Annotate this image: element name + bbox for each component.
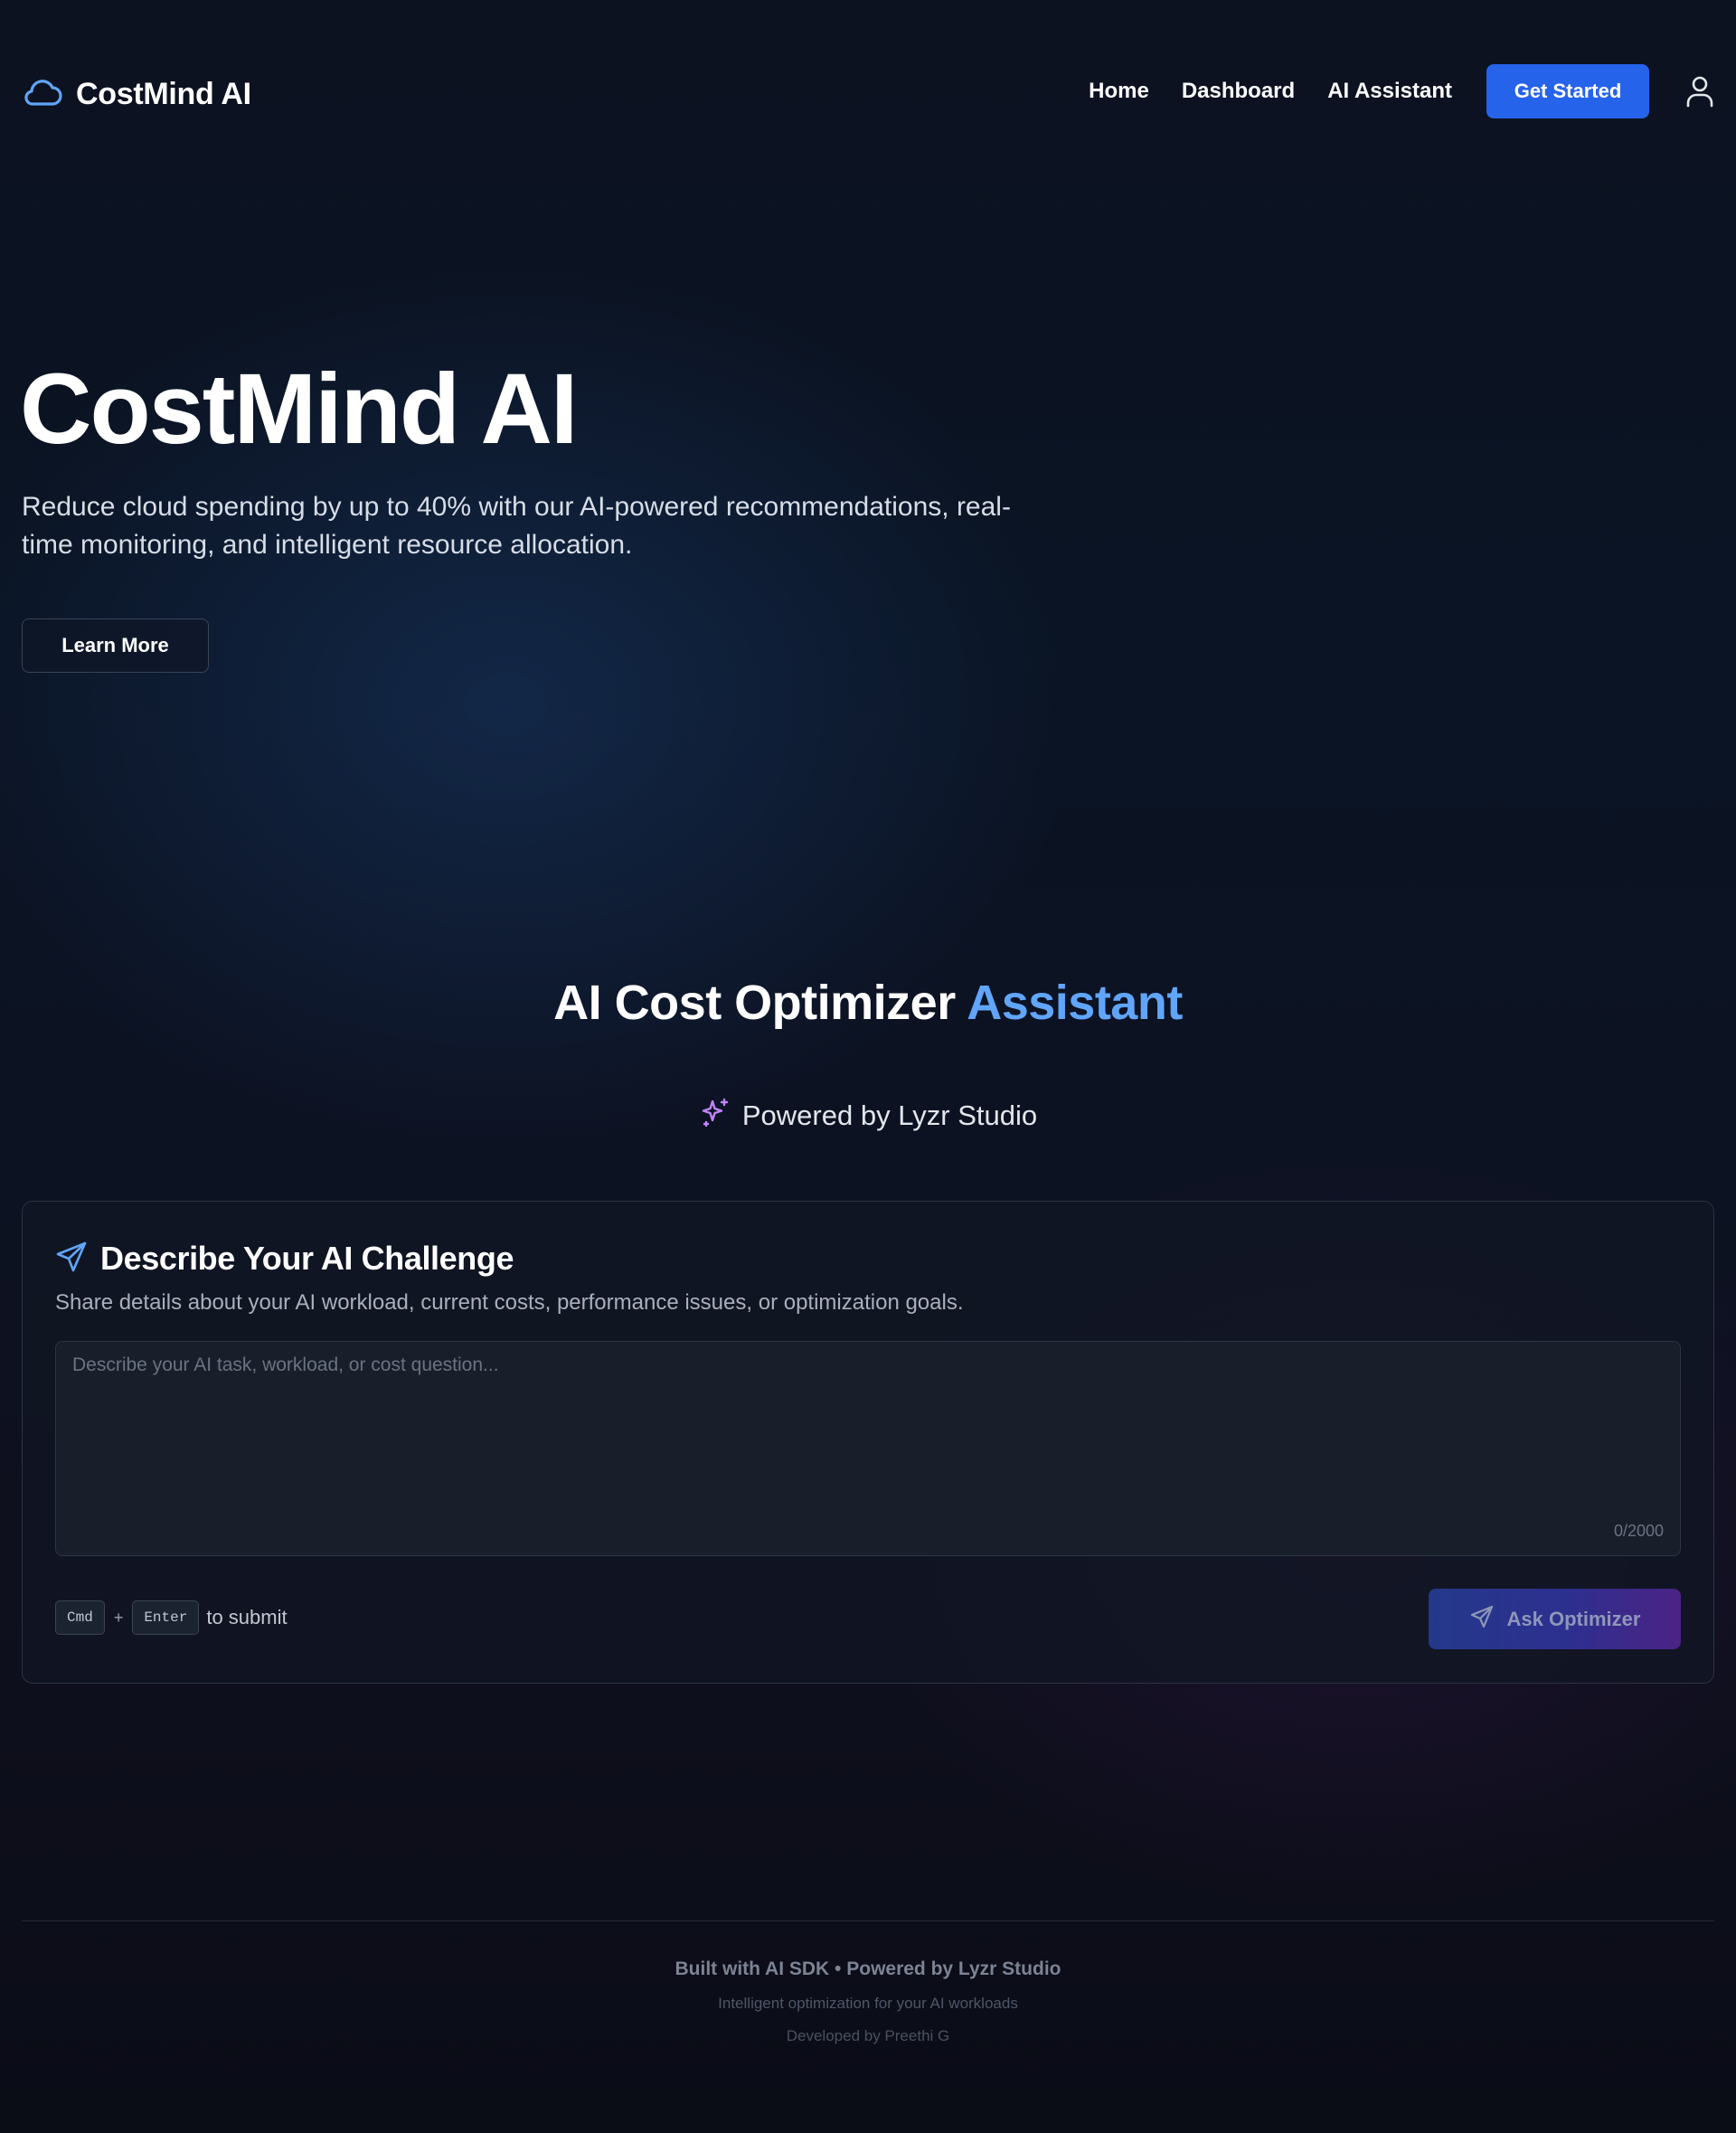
kbd-enter: Enter (132, 1600, 200, 1635)
card-description: Share details about your AI workload, cu… (55, 1290, 964, 1315)
sparkles-icon (699, 1096, 731, 1136)
navbar: CostMind AI Home Dashboard AI Assistant … (0, 0, 1736, 186)
assistant-section-title: AI Cost Optimizer Assistant (0, 975, 1736, 1031)
nav-links: Home Dashboard AI Assistant Get Started (1089, 63, 1736, 119)
challenge-input-wrapper: 0/2000 (55, 1341, 1681, 1556)
card-title: Describe Your AI Challenge (100, 1240, 514, 1277)
nav-link-ai-assistant[interactable]: AI Assistant (1327, 79, 1452, 104)
ask-optimizer-label: Ask Optimizer (1506, 1607, 1641, 1630)
learn-more-button[interactable]: Learn More (22, 618, 209, 673)
powered-by-label: Powered by Lyzr Studio (741, 1100, 1038, 1131)
character-counter: 0/2000 (1613, 1522, 1664, 1540)
nav-link-dashboard[interactable]: Dashboard (1182, 79, 1295, 104)
assistant-title-main: AI Cost Optimizer (553, 976, 956, 1030)
cloud-icon (22, 76, 63, 113)
footer-developer: Developed by Preethi G (786, 2027, 950, 2044)
hero-subtitle: Reduce cloud spending by up to 40% with … (22, 492, 1011, 560)
submit-hint: Cmd + Enter to submit (55, 1600, 288, 1636)
hero-title: CostMind AI (20, 354, 578, 465)
challenge-input[interactable] (56, 1342, 1680, 1555)
submit-hint-text: to submit (206, 1606, 288, 1628)
challenge-card: Describe Your AI Challenge Share details… (22, 1201, 1714, 1684)
page: CostMind AI Home Dashboard AI Assistant … (0, 0, 1736, 2133)
kbd-plus: + (113, 1608, 124, 1627)
ask-optimizer-button[interactable]: Ask Optimizer (1429, 1589, 1681, 1649)
send-icon (55, 1241, 88, 1278)
send-icon (1469, 1604, 1495, 1635)
footer-credits: Built with AI SDK • Powered by Lyzr Stud… (675, 1958, 1061, 1979)
brand-name: CostMind AI (76, 76, 251, 111)
footer-tagline: Intelligent optimization for your AI wor… (718, 1995, 1018, 2012)
user-icon[interactable] (1685, 75, 1714, 108)
kbd-cmd: Cmd (55, 1600, 105, 1635)
powered-by: Powered by Lyzr Studio (0, 1096, 1736, 1136)
assistant-title-accent: Assistant (967, 976, 1183, 1030)
brand-logo[interactable]: CostMind AI (22, 74, 251, 114)
get-started-button[interactable]: Get Started (1486, 64, 1649, 118)
nav-link-home[interactable]: Home (1089, 79, 1149, 104)
card-header: Describe Your AI Challenge (55, 1240, 514, 1278)
